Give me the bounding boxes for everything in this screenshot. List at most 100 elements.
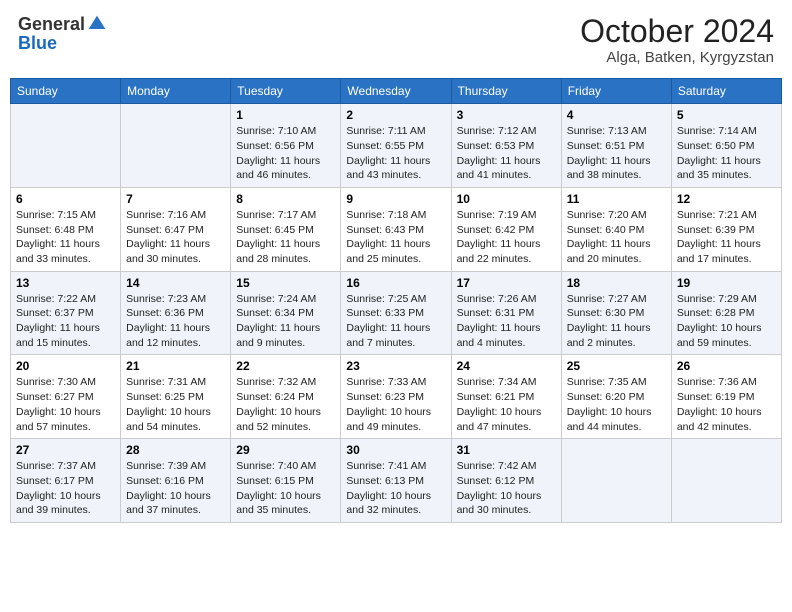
cell-0-2: 1 Sunrise: 7:10 AMSunset: 6:56 PMDaylight… bbox=[231, 104, 341, 188]
day-number: 11 bbox=[567, 192, 666, 206]
day-number: 26 bbox=[677, 359, 776, 373]
week-row-1: 1 Sunrise: 7:10 AMSunset: 6:56 PMDaylight… bbox=[11, 104, 782, 188]
day-number: 7 bbox=[126, 192, 225, 206]
cell-1-1: 7 Sunrise: 7:16 AMSunset: 6:47 PMDaylight… bbox=[121, 187, 231, 271]
cell-content: Sunrise: 7:37 AMSunset: 6:17 PMDaylight:… bbox=[16, 459, 115, 518]
cell-content: Sunrise: 7:25 AMSunset: 6:33 PMDaylight:… bbox=[346, 292, 445, 351]
cell-content: Sunrise: 7:39 AMSunset: 6:16 PMDaylight:… bbox=[126, 459, 225, 518]
cell-content: Sunrise: 7:18 AMSunset: 6:43 PMDaylight:… bbox=[346, 208, 445, 267]
day-number: 2 bbox=[346, 108, 445, 122]
day-number: 8 bbox=[236, 192, 335, 206]
cell-content: Sunrise: 7:29 AMSunset: 6:28 PMDaylight:… bbox=[677, 292, 776, 351]
header: General Blue October 2024 Alga, Batken, … bbox=[10, 10, 782, 70]
day-number: 20 bbox=[16, 359, 115, 373]
cell-4-5 bbox=[561, 439, 671, 523]
week-row-5: 27 Sunrise: 7:37 AMSunset: 6:17 PMDayligh… bbox=[11, 439, 782, 523]
cell-content: Sunrise: 7:15 AMSunset: 6:48 PMDaylight:… bbox=[16, 208, 115, 267]
logo-blue: Blue bbox=[18, 33, 57, 53]
cell-0-4: 3 Sunrise: 7:12 AMSunset: 6:53 PMDaylight… bbox=[451, 104, 561, 188]
cell-2-1: 14 Sunrise: 7:23 AMSunset: 6:36 PMDayligh… bbox=[121, 271, 231, 355]
cell-content: Sunrise: 7:30 AMSunset: 6:27 PMDaylight:… bbox=[16, 375, 115, 434]
col-saturday: Saturday bbox=[671, 79, 781, 104]
cell-3-6: 26Sunrise: 7:36 AMSunset: 6:19 PMDayligh… bbox=[671, 355, 781, 439]
cell-4-3: 30 Sunrise: 7:41 AMSunset: 6:13 PMDayligh… bbox=[341, 439, 451, 523]
cell-1-3: 9 Sunrise: 7:18 AMSunset: 6:43 PMDaylight… bbox=[341, 187, 451, 271]
cell-1-0: 6 Sunrise: 7:15 AMSunset: 6:48 PMDaylight… bbox=[11, 187, 121, 271]
cell-content: Sunrise: 7:35 AMSunset: 6:20 PMDaylight:… bbox=[567, 375, 666, 434]
day-number: 27 bbox=[16, 443, 115, 457]
cell-1-2: 8 Sunrise: 7:17 AMSunset: 6:45 PMDaylight… bbox=[231, 187, 341, 271]
cell-4-0: 27 Sunrise: 7:37 AMSunset: 6:17 PMDayligh… bbox=[11, 439, 121, 523]
cell-content: Sunrise: 7:12 AMSunset: 6:53 PMDaylight:… bbox=[457, 124, 556, 183]
cell-content: Sunrise: 7:19 AMSunset: 6:42 PMDaylight:… bbox=[457, 208, 556, 267]
day-number: 23 bbox=[346, 359, 445, 373]
cell-2-6: 19Sunrise: 7:29 AMSunset: 6:28 PMDayligh… bbox=[671, 271, 781, 355]
cell-content: Sunrise: 7:26 AMSunset: 6:31 PMDaylight:… bbox=[457, 292, 556, 351]
cell-content: Sunrise: 7:20 AMSunset: 6:40 PMDaylight:… bbox=[567, 208, 666, 267]
day-number: 29 bbox=[236, 443, 335, 457]
logo-icon bbox=[87, 14, 107, 34]
cell-content: Sunrise: 7:33 AMSunset: 6:23 PMDaylight:… bbox=[346, 375, 445, 434]
cell-3-5: 25 Sunrise: 7:35 AMSunset: 6:20 PMDayligh… bbox=[561, 355, 671, 439]
day-number: 24 bbox=[457, 359, 556, 373]
day-number: 9 bbox=[346, 192, 445, 206]
location-title: Alga, Batken, Kyrgyzstan bbox=[580, 49, 774, 66]
cell-3-0: 20 Sunrise: 7:30 AMSunset: 6:27 PMDayligh… bbox=[11, 355, 121, 439]
cell-content: Sunrise: 7:16 AMSunset: 6:47 PMDaylight:… bbox=[126, 208, 225, 267]
day-number: 4 bbox=[567, 108, 666, 122]
cell-2-3: 16 Sunrise: 7:25 AMSunset: 6:33 PMDayligh… bbox=[341, 271, 451, 355]
cell-3-2: 22Sunrise: 7:32 AMSunset: 6:24 PMDayligh… bbox=[231, 355, 341, 439]
cell-0-1 bbox=[121, 104, 231, 188]
day-number: 30 bbox=[346, 443, 445, 457]
cell-2-2: 15Sunrise: 7:24 AMSunset: 6:34 PMDayligh… bbox=[231, 271, 341, 355]
cell-content: Sunrise: 7:23 AMSunset: 6:36 PMDaylight:… bbox=[126, 292, 225, 351]
day-number: 25 bbox=[567, 359, 666, 373]
title-area: October 2024 Alga, Batken, Kyrgyzstan bbox=[580, 14, 774, 66]
day-number: 6 bbox=[16, 192, 115, 206]
cell-3-4: 24 Sunrise: 7:34 AMSunset: 6:21 PMDayligh… bbox=[451, 355, 561, 439]
day-number: 14 bbox=[126, 276, 225, 290]
cell-0-6: 5Sunrise: 7:14 AMSunset: 6:50 PMDaylight… bbox=[671, 104, 781, 188]
cell-0-3: 2 Sunrise: 7:11 AMSunset: 6:55 PMDaylight… bbox=[341, 104, 451, 188]
logo-general: General bbox=[18, 15, 85, 33]
cell-3-3: 23 Sunrise: 7:33 AMSunset: 6:23 PMDayligh… bbox=[341, 355, 451, 439]
cell-0-5: 4Sunrise: 7:13 AMSunset: 6:51 PMDaylight… bbox=[561, 104, 671, 188]
day-number: 31 bbox=[457, 443, 556, 457]
day-number: 1 bbox=[236, 108, 335, 122]
cell-content: Sunrise: 7:42 AMSunset: 6:12 PMDaylight:… bbox=[457, 459, 556, 518]
cell-content: Sunrise: 7:14 AMSunset: 6:50 PMDaylight:… bbox=[677, 124, 776, 183]
day-number: 3 bbox=[457, 108, 556, 122]
cell-3-1: 21Sunrise: 7:31 AMSunset: 6:25 PMDayligh… bbox=[121, 355, 231, 439]
day-number: 28 bbox=[126, 443, 225, 457]
cell-4-4: 31 Sunrise: 7:42 AMSunset: 6:12 PMDayligh… bbox=[451, 439, 561, 523]
cell-content: Sunrise: 7:10 AMSunset: 6:56 PMDaylight:… bbox=[236, 124, 335, 183]
cell-content: Sunrise: 7:17 AMSunset: 6:45 PMDaylight:… bbox=[236, 208, 335, 267]
col-monday: Monday bbox=[121, 79, 231, 104]
cell-content: Sunrise: 7:41 AMSunset: 6:13 PMDaylight:… bbox=[346, 459, 445, 518]
col-friday: Friday bbox=[561, 79, 671, 104]
col-tuesday: Tuesday bbox=[231, 79, 341, 104]
cell-0-0 bbox=[11, 104, 121, 188]
week-row-3: 13Sunrise: 7:22 AMSunset: 6:37 PMDayligh… bbox=[11, 271, 782, 355]
week-row-4: 20 Sunrise: 7:30 AMSunset: 6:27 PMDayligh… bbox=[11, 355, 782, 439]
month-title: October 2024 bbox=[580, 14, 774, 49]
cell-1-5: 11 Sunrise: 7:20 AMSunset: 6:40 PMDayligh… bbox=[561, 187, 671, 271]
cell-content: Sunrise: 7:34 AMSunset: 6:21 PMDaylight:… bbox=[457, 375, 556, 434]
day-number: 21 bbox=[126, 359, 225, 373]
logo: General Blue bbox=[18, 14, 107, 54]
day-number: 18 bbox=[567, 276, 666, 290]
col-wednesday: Wednesday bbox=[341, 79, 451, 104]
cell-content: Sunrise: 7:27 AMSunset: 6:30 PMDaylight:… bbox=[567, 292, 666, 351]
day-number: 15 bbox=[236, 276, 335, 290]
day-number: 17 bbox=[457, 276, 556, 290]
cell-content: Sunrise: 7:32 AMSunset: 6:24 PMDaylight:… bbox=[236, 375, 335, 434]
cell-content: Sunrise: 7:11 AMSunset: 6:55 PMDaylight:… bbox=[346, 124, 445, 183]
col-thursday: Thursday bbox=[451, 79, 561, 104]
week-row-2: 6 Sunrise: 7:15 AMSunset: 6:48 PMDaylight… bbox=[11, 187, 782, 271]
cell-4-6 bbox=[671, 439, 781, 523]
day-number: 12 bbox=[677, 192, 776, 206]
col-sunday: Sunday bbox=[11, 79, 121, 104]
day-number: 16 bbox=[346, 276, 445, 290]
day-number: 13 bbox=[16, 276, 115, 290]
cell-4-2: 29Sunrise: 7:40 AMSunset: 6:15 PMDayligh… bbox=[231, 439, 341, 523]
